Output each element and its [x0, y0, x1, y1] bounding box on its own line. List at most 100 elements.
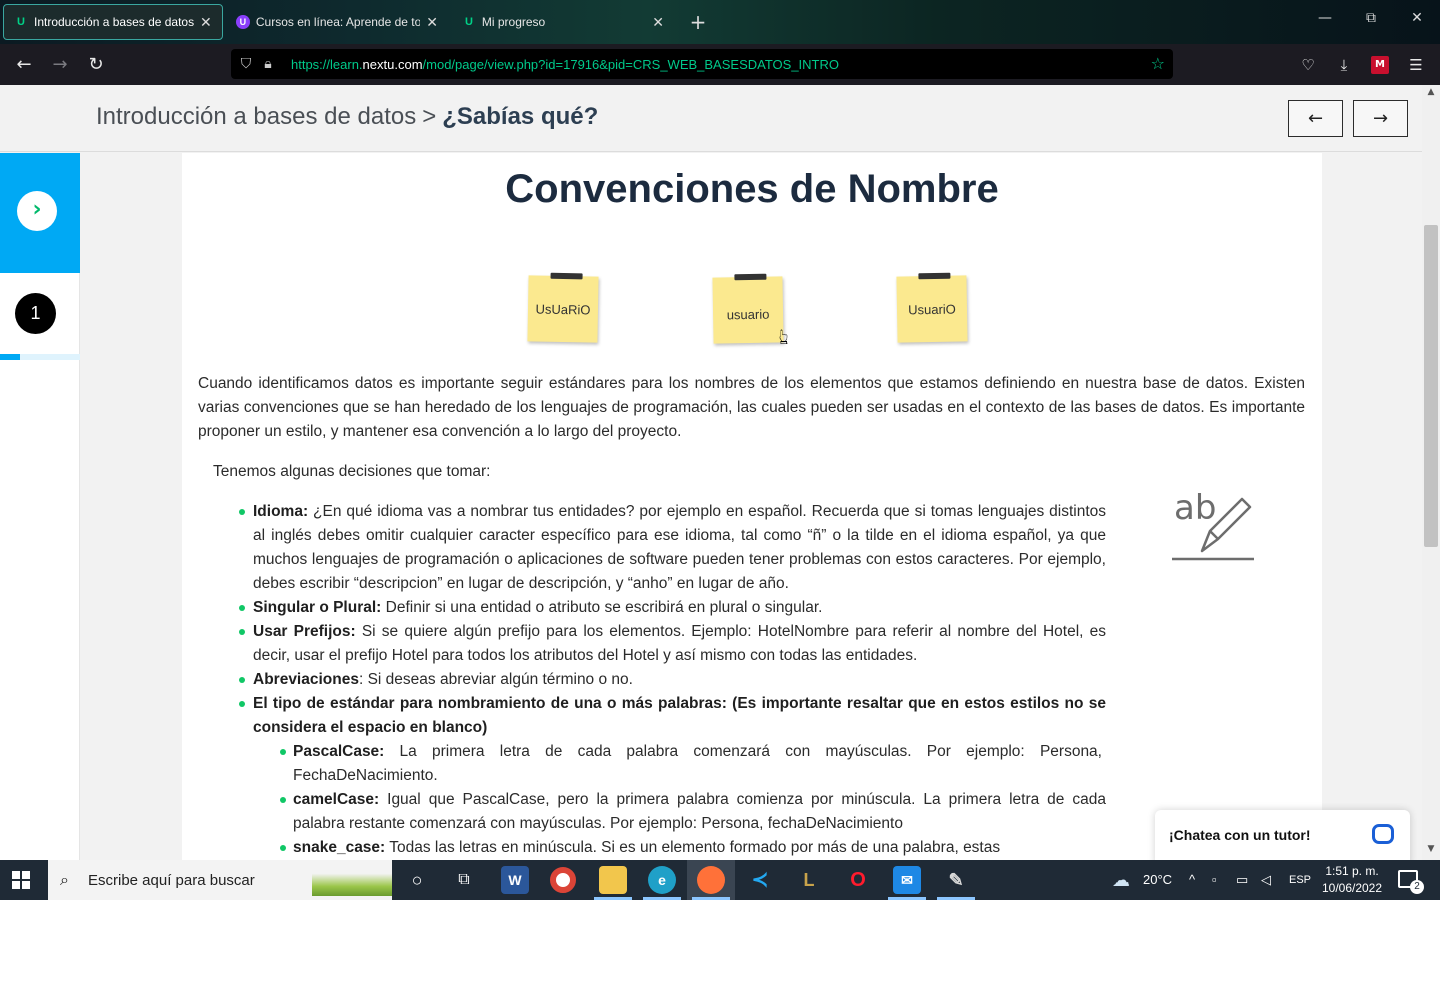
scroll-down-arrow-icon[interactable]: ▼: [1424, 844, 1438, 858]
weather-temperature[interactable]: 20°C: [1143, 860, 1172, 900]
notification-count: 2: [1410, 880, 1424, 894]
list-item-text: Si se quiere algún prefijo para los elem…: [253, 623, 1106, 664]
address-bar[interactable]: ⛉ 🔒︎ https://learn.nextu.com/mod/page/vi…: [231, 49, 1173, 79]
running-indicator: [692, 897, 730, 900]
forward-arrow-icon[interactable]: →: [47, 52, 73, 78]
search-icon: ⌕: [60, 870, 69, 889]
next-page-button[interactable]: →: [1353, 100, 1408, 137]
weather-cloud-icon[interactable]: ☁: [1112, 860, 1130, 900]
clock-time: 1:51 p. m.: [1325, 864, 1379, 878]
lesson-progress-fill: [0, 354, 20, 360]
menu-hamburger-icon[interactable]: ☰: [1404, 53, 1428, 77]
list-item-text: : Si deseas abreviar algún término o no.: [358, 671, 633, 688]
taskbar-clock[interactable]: 1:51 p. m. 10/06/2022: [1318, 863, 1386, 897]
sub-list-item-text: Todas las letras en minúscula. Si es un …: [385, 839, 1001, 856]
spelling-pen-icon: ab: [1172, 488, 1254, 561]
volume-icon[interactable]: ◁: [1261, 860, 1271, 900]
bullet-icon: [280, 749, 286, 755]
shield-icon[interactable]: ⛉: [235, 56, 257, 72]
mcafee-extension-icon[interactable]: M: [1371, 56, 1389, 74]
close-tab-icon[interactable]: ✕: [426, 14, 438, 31]
firefox-icon[interactable]: [697, 866, 725, 894]
opera-icon[interactable]: O: [844, 866, 872, 894]
taskbar-search-box[interactable]: ⌕ Escribe aquí para buscar: [48, 860, 392, 900]
list-item-label: El tipo de estándar para nombramiento de…: [253, 695, 1106, 736]
chrome-icon[interactable]: [550, 867, 576, 893]
reload-icon[interactable]: ↻: [83, 52, 109, 78]
paint-icon[interactable]: ✎: [942, 866, 970, 894]
windows-start-icon[interactable]: [12, 871, 30, 889]
sub-list-item-label: PascalCase:: [293, 743, 385, 760]
note-clip: [550, 272, 583, 280]
list-item: El tipo de estándar para nombramiento de…: [253, 692, 1106, 740]
start-logo-pane: [12, 881, 20, 889]
league-of-legends-icon[interactable]: L: [795, 866, 823, 894]
show-hidden-icons-icon[interactable]: ^: [1189, 860, 1195, 900]
start-logo-pane: [22, 881, 30, 889]
bullet-icon: [280, 797, 286, 803]
tab-mi-progreso[interactable]: U Mi progreso ✕: [452, 4, 674, 40]
mail-icon[interactable]: ✉: [893, 866, 921, 894]
note-clip: [918, 272, 951, 280]
previous-page-button[interactable]: ←: [1288, 100, 1343, 137]
close-tab-icon[interactable]: ✕: [200, 14, 212, 31]
sticky-note-text: UsuariO: [908, 301, 956, 317]
word-icon[interactable]: W: [501, 866, 529, 894]
illustration-text: ab: [1174, 488, 1216, 528]
url-text[interactable]: https://learn.nextu.com/mod/page/view.ph…: [291, 57, 839, 72]
close-window-button[interactable]: ✕: [1402, 10, 1432, 26]
file-explorer-icon[interactable]: [599, 866, 627, 894]
chevron-right-icon[interactable]: ›: [17, 191, 57, 231]
udemy-favicon-icon: U: [236, 15, 250, 29]
clock-date: 10/06/2022: [1321, 881, 1383, 895]
chat-bubble-icon[interactable]: [1372, 824, 1394, 844]
back-arrow-icon[interactable]: ←: [11, 52, 37, 78]
bullet-icon: [239, 629, 245, 635]
breadcrumb-course[interactable]: Introducción a bases de datos: [96, 103, 416, 130]
new-tab-button[interactable]: +: [686, 10, 710, 34]
list-item: Usar Prefijos: Si se quiere algún prefij…: [253, 620, 1106, 668]
bullet-icon: [239, 677, 245, 683]
sticky-note: UsUaRiO: [527, 272, 599, 343]
vscode-icon[interactable]: ≺: [746, 866, 774, 894]
bullet-icon: [239, 605, 245, 611]
nextu-favicon-icon: U: [17, 16, 25, 28]
restore-button[interactable]: ⧉: [1356, 10, 1386, 26]
sub-list-item-label: snake_case:: [293, 839, 386, 856]
download-icon[interactable]: ⤓: [1332, 53, 1356, 77]
network-icon[interactable]: ▭: [1236, 860, 1248, 900]
decisions-intro: Tenemos algunas decisiones que tomar:: [213, 463, 491, 480]
sub-list-item: camelCase: Igual que PascalCase, pero la…: [293, 788, 1106, 836]
lesson-progress-bar: [0, 354, 80, 360]
edge-icon[interactable]: e: [648, 866, 676, 894]
list-item-label: Abreviaciones: [253, 671, 359, 688]
tab-introduccion[interactable]: U Introducción a bases de datos: ¿Sabías…: [3, 4, 223, 40]
pocket-icon[interactable]: ♡: [1296, 53, 1320, 77]
url-scheme: https://learn.: [291, 56, 363, 72]
lock-icon[interactable]: 🔒︎: [257, 56, 279, 72]
sub-list-item: PascalCase: La primera letra de cada pal…: [293, 740, 1102, 788]
close-tab-icon[interactable]: ✕: [652, 14, 664, 31]
browser-toolbar: ← → ↻ ⛉ 🔒︎ https://learn.nextu.com/mod/p…: [0, 44, 1440, 85]
lesson-content: Convenciones de Nombre UsUaRiO usuario 👆…: [182, 153, 1322, 860]
step-number-badge[interactable]: 1: [15, 293, 56, 334]
meet-now-icon[interactable]: ▫: [1212, 860, 1217, 900]
bookmark-star-icon[interactable]: ☆: [1151, 54, 1165, 73]
list-item: Singular o Plural: Definir si una entida…: [253, 596, 1106, 620]
notification-center-icon[interactable]: 2: [1398, 870, 1424, 894]
sticky-note-text: UsUaRiO: [535, 301, 591, 317]
sticky-note: UsuariO: [896, 272, 968, 343]
cortana-icon[interactable]: ○: [403, 866, 431, 894]
sidebar-toggle-panel[interactable]: ›: [0, 153, 80, 273]
chat-widget[interactable]: ¡Chatea con un tutor!: [1155, 810, 1410, 860]
input-language[interactable]: ESP: [1289, 860, 1311, 900]
minimize-button[interactable]: —: [1310, 10, 1340, 26]
breadcrumb-separator: >: [422, 103, 437, 130]
sub-list-item-label: camelCase:: [293, 791, 380, 808]
scrollbar-thumb[interactable]: [1424, 225, 1438, 547]
task-view-icon[interactable]: ⧉: [450, 866, 478, 894]
tab-cursos[interactable]: U Cursos en línea: Aprende de todo ✕: [226, 4, 448, 40]
scroll-up-arrow-icon[interactable]: ▲: [1424, 87, 1438, 101]
list-item-label: Idioma:: [253, 503, 309, 520]
running-indicator: [643, 897, 681, 900]
